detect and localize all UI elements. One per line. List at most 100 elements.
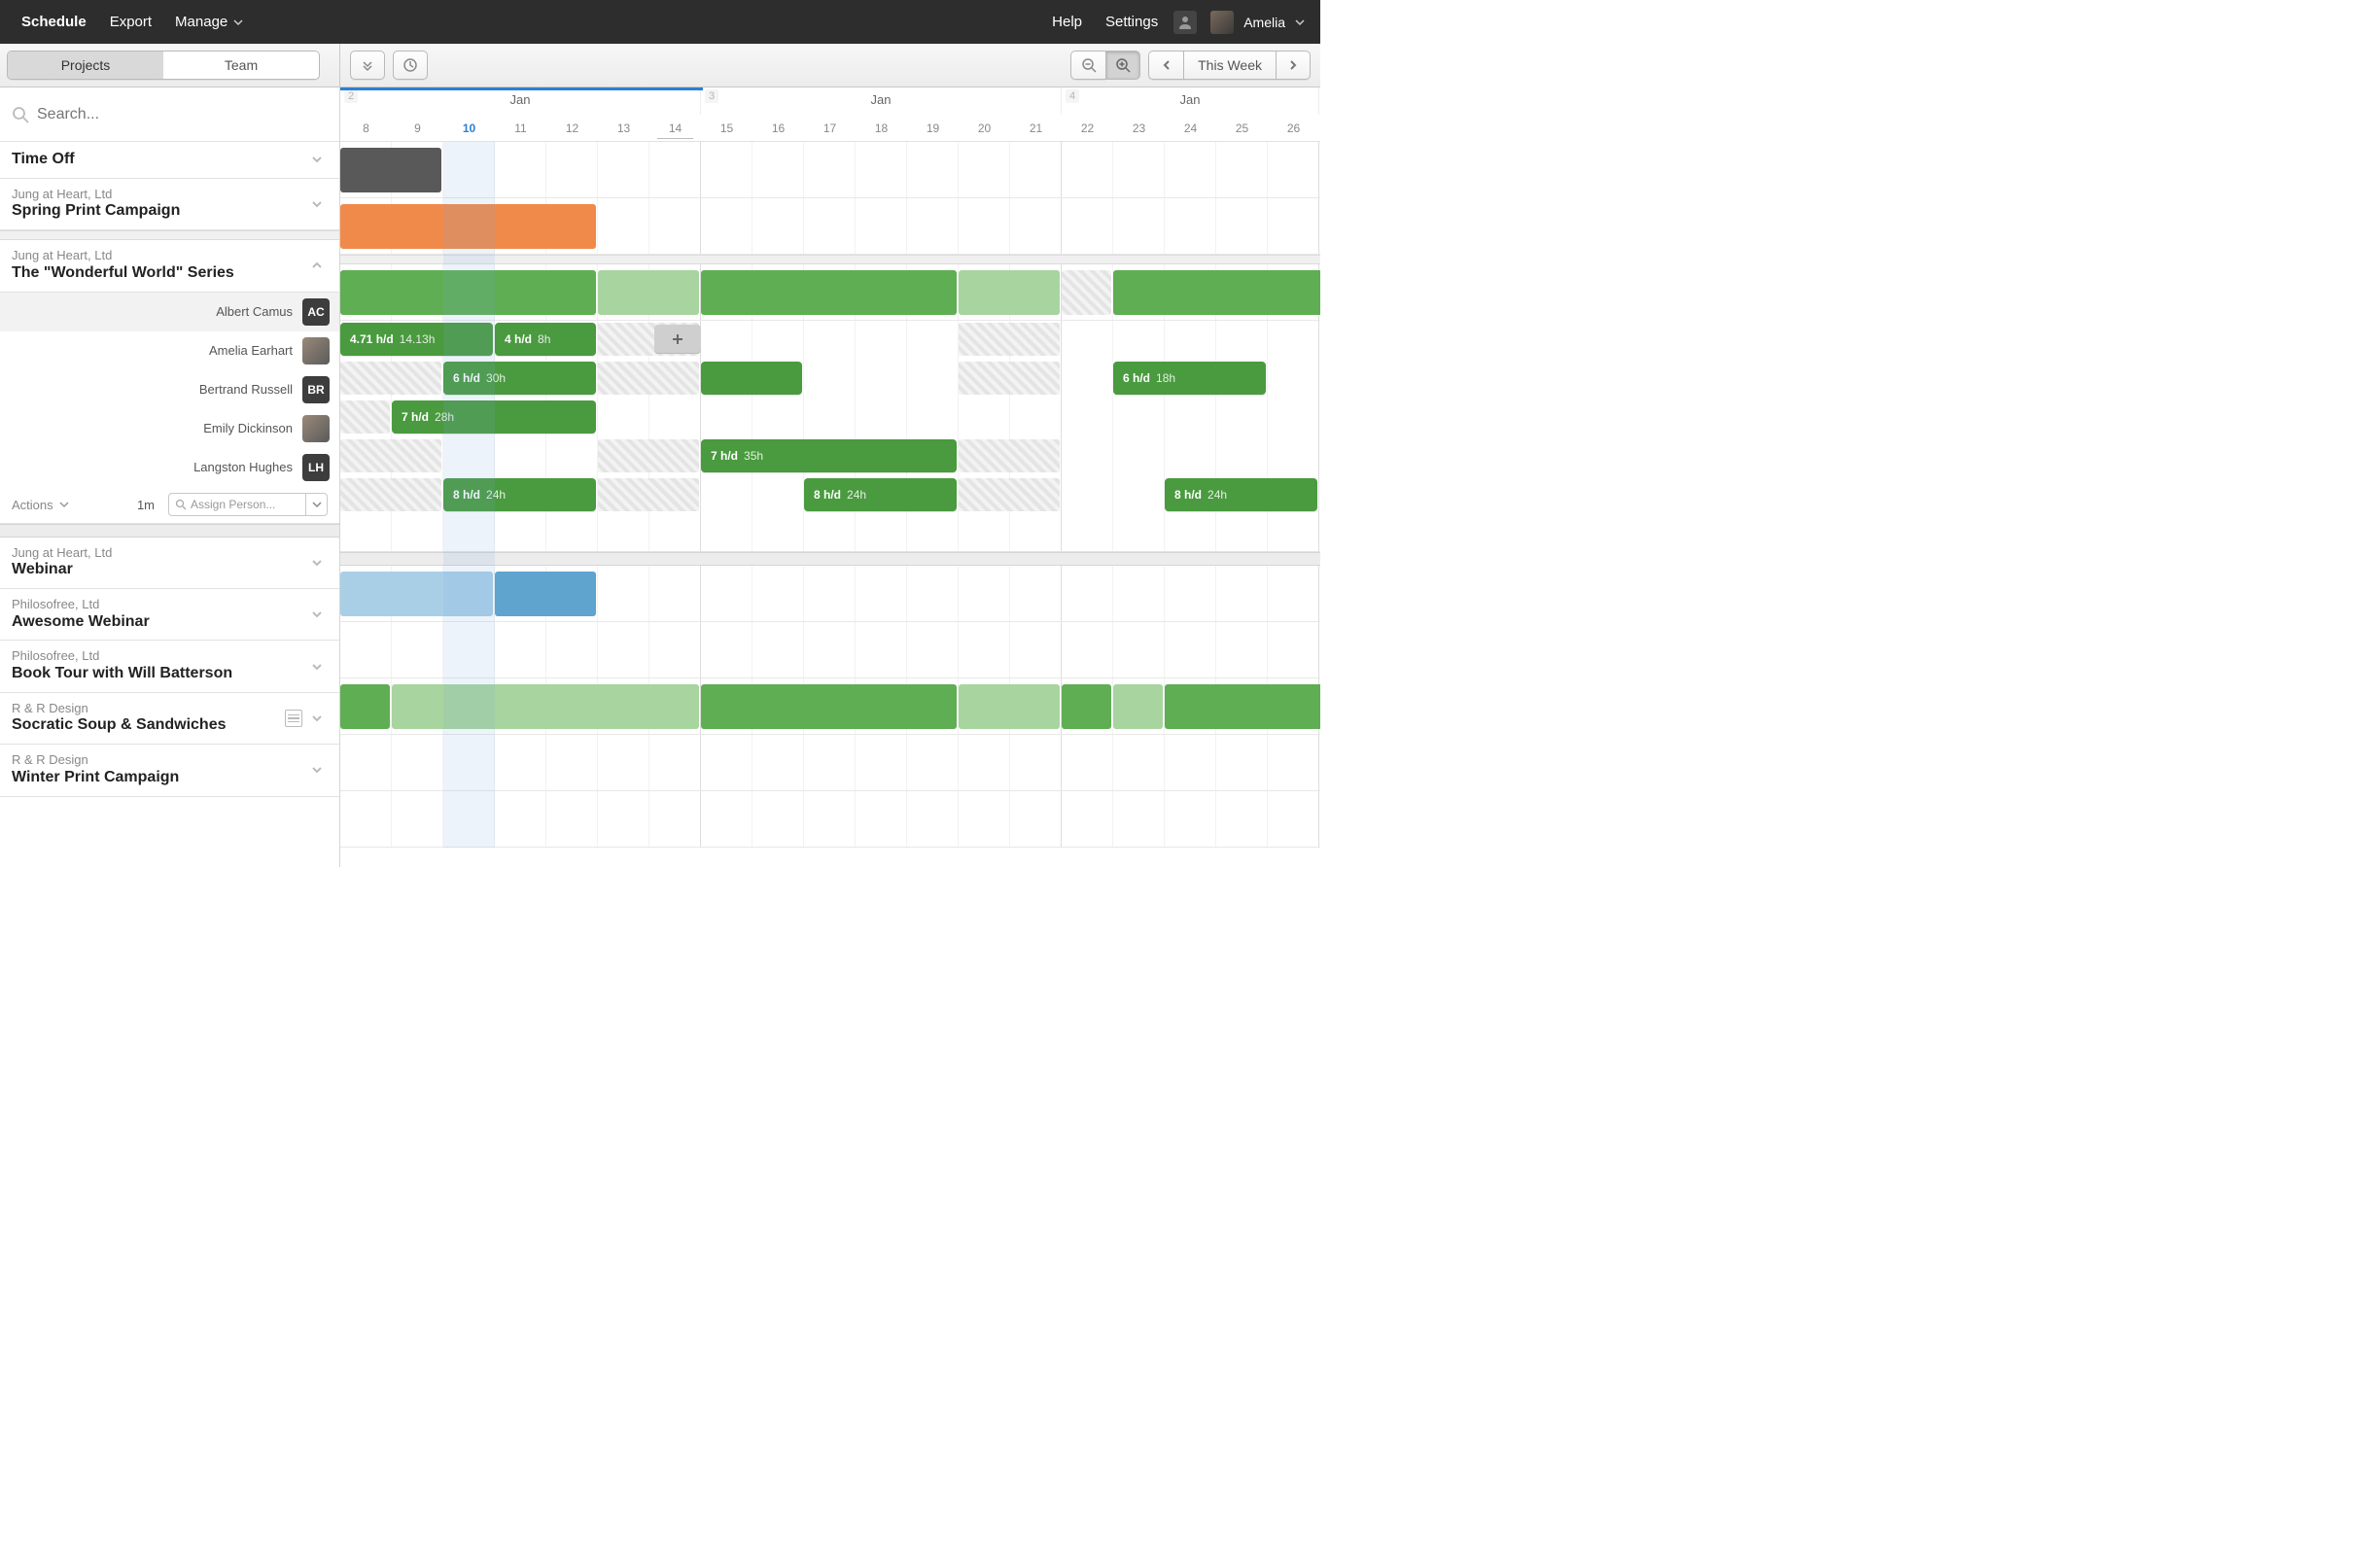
- project-lane[interactable]: [340, 142, 1320, 198]
- person-lane[interactable]: 7 h/d28h: [340, 399, 1320, 437]
- schedule-bar[interactable]: [495, 572, 596, 616]
- zoom-out-button[interactable]: [1070, 51, 1105, 80]
- assignment-bar[interactable]: 4 h/d8h: [495, 323, 596, 356]
- actions-menu[interactable]: Actions: [12, 498, 69, 512]
- day-header[interactable]: 25: [1216, 115, 1268, 142]
- assign-person-input[interactable]: Assign Person...: [169, 494, 305, 515]
- project-lane[interactable]: [340, 735, 1320, 791]
- tab-projects[interactable]: Projects: [8, 52, 163, 79]
- project-lane[interactable]: [340, 566, 1320, 622]
- expand-toggle[interactable]: [310, 259, 328, 272]
- search-input[interactable]: [37, 106, 328, 123]
- day-header[interactable]: 16: [752, 115, 804, 142]
- project-row[interactable]: R & R DesignSocratic Soup & Sandwiches: [0, 693, 339, 745]
- person-lane[interactable]: 4.71 h/d14.13h4 h/d8h: [340, 321, 1320, 360]
- project-row[interactable]: Jung at Heart, LtdThe "Wonderful World" …: [0, 240, 339, 292]
- assign-person-dropdown[interactable]: [305, 494, 327, 515]
- nav-settings[interactable]: Settings: [1094, 14, 1170, 30]
- day-header[interactable]: 8: [340, 115, 392, 142]
- day-header[interactable]: 21: [1010, 115, 1062, 142]
- schedule-bar[interactable]: [340, 684, 390, 729]
- notes-icon[interactable]: [285, 710, 302, 727]
- day-header[interactable]: 24: [1165, 115, 1216, 142]
- schedule-bar[interactable]: [959, 270, 1060, 315]
- person-row[interactable]: Bertrand RussellBR: [0, 370, 339, 409]
- nav-export[interactable]: Export: [98, 14, 163, 30]
- expand-toggle[interactable]: [310, 153, 328, 166]
- assignment-bar[interactable]: 6 h/d30h: [443, 362, 596, 395]
- zoom-in-button[interactable]: [1105, 51, 1140, 80]
- person-lane[interactable]: 8 h/d24h 8 h/d24h 8 h/d24h: [340, 476, 1320, 515]
- project-lane[interactable]: [340, 264, 1320, 321]
- assignment-bar[interactable]: 7 h/d28h: [392, 400, 596, 434]
- expand-toggle[interactable]: [310, 608, 328, 621]
- assignment-bar[interactable]: [701, 362, 802, 395]
- history-button[interactable]: [393, 51, 428, 80]
- project-lane[interactable]: [340, 622, 1320, 678]
- schedule-bar[interactable]: [340, 148, 441, 192]
- day-header[interactable]: 17: [804, 115, 856, 142]
- day-header[interactable]: 11: [495, 115, 546, 142]
- day-header[interactable]: 18: [856, 115, 907, 142]
- person-row[interactable]: Albert CamusAC: [0, 293, 339, 331]
- prev-week-button[interactable]: [1148, 51, 1183, 80]
- schedule-bar[interactable]: [340, 204, 596, 249]
- project-row[interactable]: Time Off: [0, 142, 339, 179]
- schedule-bar[interactable]: [392, 684, 699, 729]
- expand-toggle[interactable]: [310, 197, 328, 211]
- person-row[interactable]: Langston HughesLH: [0, 448, 339, 487]
- schedule-bar[interactable]: [959, 684, 1060, 729]
- schedule-bar[interactable]: [340, 572, 493, 616]
- assignment-bar[interactable]: 7 h/d35h: [701, 439, 957, 472]
- schedule-bar[interactable]: [1165, 684, 1320, 729]
- schedule-bar[interactable]: [1113, 270, 1320, 315]
- person-lane[interactable]: 7 h/d35h: [340, 437, 1320, 476]
- person-lane[interactable]: 6 h/d30h 6 h/d18h: [340, 360, 1320, 399]
- assignment-bar[interactable]: 6 h/d18h: [1113, 362, 1266, 395]
- next-week-button[interactable]: [1276, 51, 1311, 80]
- nav-manage[interactable]: Manage: [163, 14, 255, 30]
- day-header[interactable]: 14: [649, 115, 701, 142]
- person-row[interactable]: Emily Dickinson: [0, 409, 339, 448]
- day-header[interactable]: 15: [701, 115, 752, 142]
- this-week-button[interactable]: This Week: [1183, 51, 1276, 80]
- schedule-bar[interactable]: [1062, 684, 1111, 729]
- day-header[interactable]: 10: [443, 115, 495, 142]
- day-header[interactable]: 12: [546, 115, 598, 142]
- timeline[interactable]: 2Jan3Jan4Jan 891011121314151617181920212…: [340, 87, 1320, 867]
- project-row[interactable]: Jung at Heart, LtdSpring Print Campaign: [0, 179, 339, 230]
- day-header[interactable]: 19: [907, 115, 959, 142]
- user-menu[interactable]: Amelia: [1201, 11, 1311, 34]
- nav-schedule[interactable]: Schedule: [10, 14, 98, 30]
- collapse-all-button[interactable]: [350, 51, 385, 80]
- assignment-bar[interactable]: 4.71 h/d14.13h: [340, 323, 493, 356]
- person-silhouette-icon[interactable]: [1173, 11, 1197, 34]
- project-row[interactable]: Jung at Heart, LtdWebinar: [0, 538, 339, 589]
- schedule-bar[interactable]: [340, 270, 596, 315]
- tab-team[interactable]: Team: [163, 52, 319, 79]
- day-header[interactable]: 20: [959, 115, 1010, 142]
- project-row[interactable]: Philosofree, LtdAwesome Webinar: [0, 589, 339, 641]
- day-header[interactable]: 26: [1268, 115, 1319, 142]
- assignment-bar[interactable]: 8 h/d24h: [443, 478, 596, 511]
- project-row[interactable]: R & R DesignWinter Print Campaign: [0, 745, 339, 796]
- schedule-bar[interactable]: [598, 270, 699, 315]
- project-lane[interactable]: [340, 791, 1320, 848]
- nav-help[interactable]: Help: [1040, 14, 1094, 30]
- schedule-bar[interactable]: [701, 684, 957, 729]
- project-lane[interactable]: [340, 678, 1320, 735]
- assignment-bar[interactable]: 8 h/d24h: [1165, 478, 1317, 511]
- expand-toggle[interactable]: [310, 763, 328, 777]
- day-header[interactable]: 23: [1113, 115, 1165, 142]
- assignment-bar[interactable]: 8 h/d24h: [804, 478, 957, 511]
- schedule-bar[interactable]: [1062, 270, 1111, 315]
- person-row[interactable]: Amelia Earhart: [0, 331, 339, 370]
- day-header[interactable]: 9: [392, 115, 443, 142]
- project-row[interactable]: Philosofree, LtdBook Tour with Will Batt…: [0, 641, 339, 692]
- schedule-bar[interactable]: [1113, 684, 1163, 729]
- project-lane[interactable]: [340, 198, 1320, 255]
- schedule-bar[interactable]: [701, 270, 957, 315]
- expand-toggle[interactable]: [310, 660, 328, 674]
- day-header[interactable]: 13: [598, 115, 649, 142]
- expand-toggle[interactable]: [310, 712, 328, 725]
